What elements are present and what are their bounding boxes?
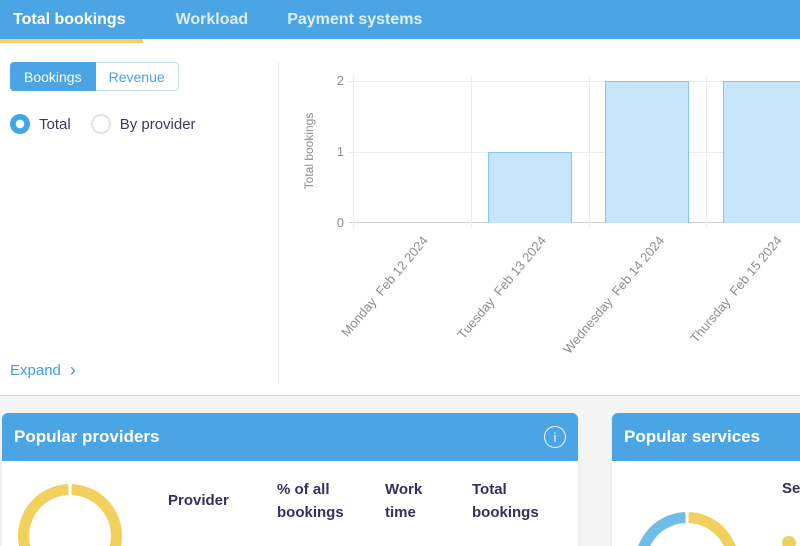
popular-services-title: Popular services (624, 427, 760, 447)
chart-y-tick-label: 1 (278, 145, 344, 159)
info-icon[interactable]: i (544, 426, 566, 448)
chart-mode-radios: Total By provider (10, 114, 196, 134)
chart-bar (605, 81, 689, 223)
popular-services-header: Popular services (612, 413, 800, 461)
chart-gridline-v (706, 75, 707, 229)
radio-unselected-icon[interactable] (91, 114, 111, 134)
radio-by-provider-label: By provider (120, 116, 196, 133)
expand-link[interactable]: Expand › (10, 362, 76, 379)
chart-x-tick: Thursday Feb 15 2024 (553, 232, 773, 250)
tab-workload[interactable]: Workload (156, 0, 269, 39)
bookings-revenue-toggle: Bookings Revenue (10, 62, 179, 91)
chart-y-tick-label: 0 (278, 216, 344, 230)
chevron-right-icon: › (70, 363, 76, 378)
chart-gridline-v (471, 75, 472, 229)
revenue-toggle-button[interactable]: Revenue (96, 62, 179, 91)
service-legend-dot (782, 536, 796, 546)
chart-bar (723, 81, 800, 223)
dashboard-lower-section: Popular providers i Provider % of all bo… (0, 395, 800, 546)
bookings-toggle-button[interactable]: Bookings (10, 62, 96, 91)
chart-gridline-v (589, 75, 590, 229)
radio-by-provider[interactable]: By provider (91, 114, 196, 134)
popular-providers-header: Popular providers i (2, 413, 578, 461)
chart-x-tick-label: Thursday Feb 15 2024 (687, 233, 785, 346)
col-service: Service (782, 478, 800, 501)
providers-donut-chart (18, 484, 122, 546)
chart-x-tick-label: Wednesday Feb 14 2024 (560, 233, 667, 357)
col-work-time: Work time (385, 479, 431, 524)
radio-total-label: Total (39, 116, 71, 133)
chart-gridline-v (353, 75, 354, 229)
popular-providers-title: Popular providers (14, 427, 159, 447)
tab-total-bookings[interactable]: Total bookings (0, 0, 156, 39)
chart-bar (488, 152, 572, 223)
tab-payment-systems[interactable]: Payment systems (268, 0, 441, 39)
services-donut-chart (635, 512, 739, 546)
col-pct-of-all-bookings: % of all bookings (277, 479, 351, 524)
radio-selected-icon[interactable] (10, 114, 30, 134)
popular-providers-card: Popular providers i Provider % of all bo… (2, 413, 578, 546)
total-bookings-bar-chart: Total bookings 012Monday Feb 12 2024Tues… (278, 43, 800, 395)
expand-label: Expand (10, 362, 61, 379)
popular-services-card: Popular services Service (612, 413, 800, 546)
top-tab-bar: Total bookings Workload Payment systems (0, 0, 800, 39)
col-provider: Provider (168, 490, 229, 513)
col-total-bookings: Total bookings (472, 479, 544, 524)
chart-y-tick-label: 2 (278, 74, 344, 88)
radio-total[interactable]: Total (10, 114, 71, 134)
total-bookings-panel: Bookings Revenue Total By provider Expan… (0, 43, 800, 395)
